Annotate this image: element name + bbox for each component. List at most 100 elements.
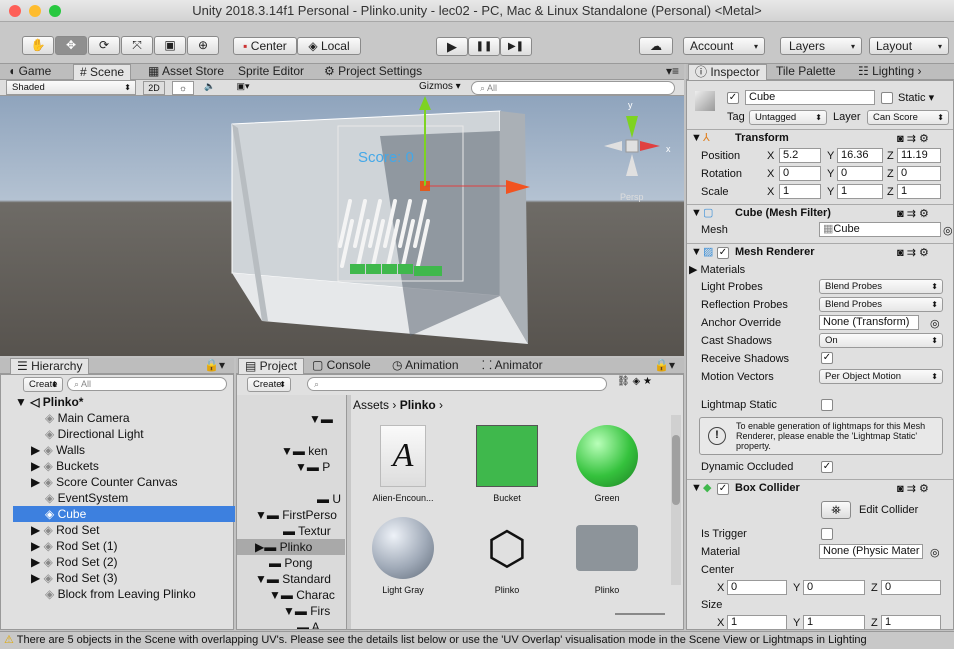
hierarchy-item-score-counter-canvas[interactable]: ▶ ◈ Score Counter Canvas	[31, 474, 253, 490]
hierarchy-item-eventsystem[interactable]: ◈ EventSystem	[45, 490, 267, 506]
minimize-window-button[interactable]	[29, 5, 41, 17]
2d-mode-button[interactable]: 2D	[143, 81, 165, 95]
position-x-field[interactable]: 5.2	[779, 148, 821, 163]
center-y-field[interactable]: 0	[803, 580, 865, 595]
tab-lighting[interactable]: ☷ Lighting ›	[852, 64, 927, 80]
hierarchy-search-input[interactable]: ⌕ All	[67, 377, 227, 391]
hierarchy-create-dropdown[interactable]: Create	[23, 377, 63, 392]
size-x-field[interactable]: 1	[727, 615, 787, 629]
rotation-x-field[interactable]: 0	[779, 166, 821, 181]
material-field[interactable]: None (Physic Mater	[819, 544, 923, 559]
breadcrumb-plinko[interactable]: Plinko	[400, 398, 436, 412]
mesh-picker-icon[interactable]: ◎	[943, 224, 953, 237]
hierarchy-item-walls[interactable]: ▶ ◈ Walls	[31, 442, 253, 458]
project-search-input[interactable]: ⌕	[307, 377, 607, 391]
scene-lighting-icon[interactable]: ☼	[172, 81, 194, 95]
anchor-picker-icon[interactable]: ◎	[930, 317, 940, 330]
transform-header[interactable]: ▼ ⅄ Transform ◙ ⇉ ⚙	[687, 129, 953, 147]
transform-tool-icon[interactable]: ⊕	[187, 36, 219, 55]
tab-asset-store[interactable]: ▦ Asset Store	[142, 64, 230, 80]
tag-dropdown[interactable]: Untagged	[749, 110, 827, 125]
y-arrow[interactable]	[419, 96, 431, 110]
tab-project-settings[interactable]: ⚙ Project Settings	[318, 64, 428, 80]
center-x-field[interactable]: 0	[727, 580, 787, 595]
pivot-local-button[interactable]: ◈ Local	[297, 37, 361, 55]
zoom-window-button[interactable]	[49, 5, 61, 17]
folder-a[interactable]: ▬ A	[297, 619, 405, 629]
play-button[interactable]: ▶	[436, 37, 468, 56]
object-active-checkbox[interactable]: ✓	[727, 92, 739, 104]
box-collider-header[interactable]: ▼ ◆ ✓ Box Collider ◙ ⇉ ⚙	[687, 479, 953, 497]
tab-menu-icon[interactable]: ▾≡	[660, 64, 685, 80]
project-create-dropdown[interactable]: Create	[247, 377, 291, 392]
asset-bucket[interactable]: Bucket	[457, 425, 557, 503]
layer-dropdown[interactable]: Can Score	[867, 110, 949, 125]
tab-console[interactable]: ▢ Console	[306, 358, 377, 374]
tab-animator[interactable]: ⸬ Animator	[476, 358, 549, 374]
hierarchy-item-cube[interactable]: ◈ Cube	[13, 506, 235, 522]
transform-foldout-icon[interactable]: ▼	[691, 132, 702, 144]
rect-tool-icon[interactable]: ▣	[154, 36, 186, 55]
tab-project[interactable]: ▤ Project	[238, 358, 305, 374]
anchor-override-field[interactable]: None (Transform)	[819, 315, 919, 330]
hierarchy-item-buckets[interactable]: ▶ ◈ Buckets	[31, 458, 253, 474]
tab-sprite-editor[interactable]: Sprite Editor	[232, 64, 310, 80]
tab-tile-palette[interactable]: Tile Palette	[770, 64, 842, 80]
material-picker-icon[interactable]: ◎	[930, 546, 940, 559]
status-bar[interactable]: ⚠ There are 5 objects in the Scene with …	[0, 631, 954, 649]
account-dropdown[interactable]: Account ▾	[683, 37, 765, 55]
rotation-z-field[interactable]: 0	[897, 166, 941, 181]
tab-inspector[interactable]: ⓘ Inspector	[688, 64, 767, 80]
breadcrumb-assets[interactable]: Assets	[353, 398, 389, 412]
scale-y-field[interactable]: 1	[837, 184, 883, 199]
layers-dropdown[interactable]: Layers ▾	[780, 37, 862, 55]
orientation-gizmo[interactable]	[604, 116, 660, 176]
effects-toggle-icon[interactable]: ▣▾	[229, 81, 257, 95]
gizmos-dropdown[interactable]: Gizmos ▾	[419, 81, 461, 92]
hierarchy-item-rod-set-2[interactable]: ▶ ◈ Rod Set (2)	[31, 554, 253, 570]
scene-root-item[interactable]: ▼ ◁ Plinko*	[15, 394, 237, 410]
scene-search-input[interactable]: ⌕ All	[471, 81, 675, 95]
mesh-field[interactable]: ▦Cube	[819, 222, 941, 237]
tab-hierarchy[interactable]: ☰ Hierarchy	[10, 358, 90, 374]
mesh-filter-header[interactable]: ▼ ▢ Cube (Mesh Filter) ◙ ⇉ ⚙	[687, 204, 953, 222]
project-filter-icons[interactable]: ⛓ ◈ ★	[617, 376, 652, 387]
size-y-field[interactable]: 1	[803, 615, 865, 629]
edit-collider-button[interactable]: ⛯	[821, 501, 851, 519]
pause-button[interactable]: ❚❚	[468, 37, 500, 56]
materials-foldout[interactable]: ▶ Materials	[689, 263, 745, 276]
hierarchy-item-directional-light[interactable]: ◈ Directional Light	[45, 426, 267, 442]
rotation-y-field[interactable]: 0	[837, 166, 883, 181]
position-z-field[interactable]: 11.19	[897, 148, 941, 163]
hierarchy-item-rod-set[interactable]: ▶ ◈ Rod Set	[31, 522, 253, 538]
is-trigger-checkbox[interactable]	[821, 528, 833, 540]
rotate-tool-icon[interactable]: ⟳	[88, 36, 120, 55]
scale-tool-icon[interactable]: ⤧	[121, 36, 153, 55]
asset-plinko-folder[interactable]: Plinko	[557, 517, 657, 595]
hierarchy-item-block-from-leaving-plinko[interactable]: ◈ Block from Leaving Plinko	[45, 586, 267, 602]
tree-scrollbar[interactable]	[347, 395, 351, 629]
folder-first[interactable]: ▼▬ Firs	[283, 603, 391, 619]
tab-game[interactable]: ◖ Game	[2, 64, 57, 80]
receive-shadows-checkbox[interactable]: ✓	[821, 352, 833, 364]
scene-view[interactable]: y x Score: 0 Persp	[0, 96, 684, 356]
light-probes-dropdown[interactable]: Blend Probes	[819, 279, 943, 294]
lightmap-static-checkbox[interactable]	[821, 399, 833, 411]
folder-plinko[interactable]: ▶▬ Plinko	[237, 539, 345, 555]
scale-x-field[interactable]: 1	[779, 184, 821, 199]
asset-alien-font[interactable]: A Alien-Encoun...	[353, 425, 453, 503]
hierarchy-item-main-camera[interactable]: ◈ Main Camera	[45, 410, 267, 426]
hand-tool-icon[interactable]: ✋	[22, 36, 54, 55]
scale-z-field[interactable]: 1	[897, 184, 941, 199]
pivot-center-button[interactable]: ▪ Center	[233, 37, 297, 55]
box-collider-enabled-checkbox[interactable]: ✓	[717, 483, 729, 495]
motion-vectors-dropdown[interactable]: Per Object Motion	[819, 369, 943, 384]
step-button[interactable]: ▶❚	[500, 37, 532, 56]
assets-scroll-thumb[interactable]	[672, 435, 680, 505]
mesh-filter-settings-icon[interactable]: ◙ ⇉ ⚙	[897, 207, 929, 220]
size-z-field[interactable]: 1	[881, 615, 941, 629]
audio-toggle-icon[interactable]: 🔈	[199, 81, 221, 95]
close-window-button[interactable]	[9, 5, 21, 17]
hierarchy-menu-icon[interactable]: 🔒▾	[198, 358, 231, 374]
move-tool-icon[interactable]: ✥	[55, 36, 87, 55]
